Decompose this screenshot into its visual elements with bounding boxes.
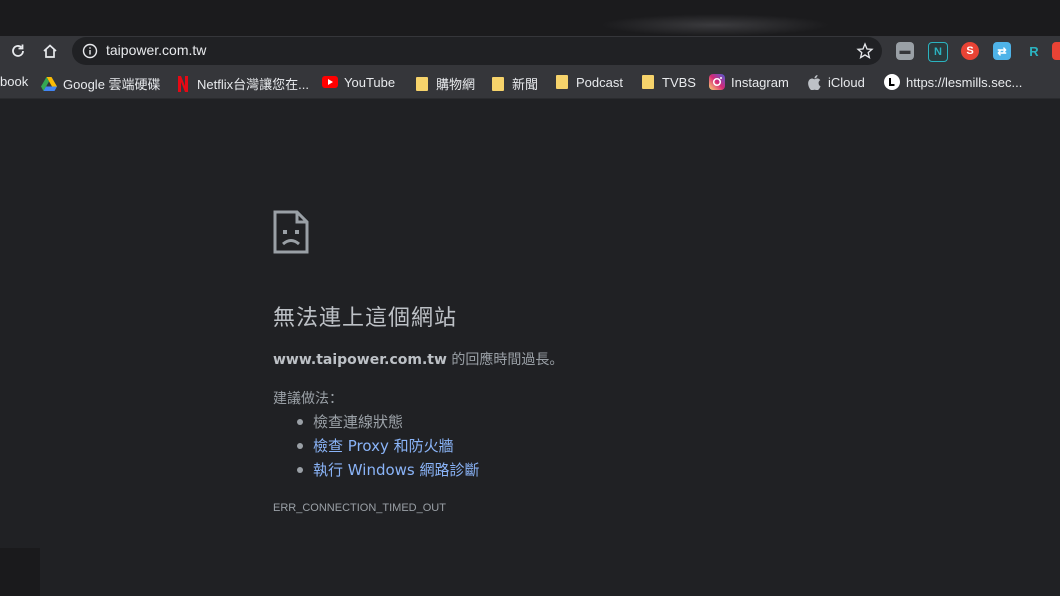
- bookmark-folder-news[interactable]: 新聞: [490, 74, 538, 93]
- sad-page-icon: [273, 210, 309, 254]
- bookmark-facebook[interactable]: book: [0, 74, 28, 89]
- home-button[interactable]: [38, 39, 62, 63]
- bookmark-label: Instagram: [731, 74, 789, 90]
- bookmark-star-icon[interactable]: [856, 42, 874, 60]
- folder-icon: [640, 74, 656, 90]
- bookmark-folder-tvbs[interactable]: TVBS: [640, 74, 696, 90]
- folder-icon: [490, 76, 506, 92]
- url-text[interactable]: taipower.com.tw: [106, 42, 206, 58]
- bookmark-folder-shopping[interactable]: 購物網: [414, 74, 475, 93]
- lesmills-icon: [884, 74, 900, 90]
- instagram-icon: [709, 74, 725, 90]
- notion-extension-icon[interactable]: N: [928, 42, 948, 62]
- translate-extension-icon[interactable]: ⇄: [993, 42, 1011, 60]
- tab-strip: [0, 0, 1060, 36]
- suggestion-check-connection: 檢查連線狀態: [293, 410, 480, 434]
- error-description: www.taipower.com.tw 的回應時間過長。: [273, 349, 563, 369]
- suggestion-check-proxy-link[interactable]: 檢查 Proxy 和防火牆: [293, 434, 480, 458]
- error-title: 無法連上這個網站: [273, 306, 458, 331]
- bookmark-label: Podcast: [576, 74, 623, 90]
- bookmark-label: 新聞: [512, 77, 539, 92]
- bookmark-label: Google 雲端硬碟: [63, 77, 161, 92]
- bookmark-label: 購物網: [436, 77, 476, 92]
- error-page: 無法連上這個網站 www.taipower.com.tw 的回應時間過長。 建議…: [0, 99, 1060, 596]
- youtube-icon: [322, 74, 338, 90]
- error-code: ERR_CONNECTION_TIMED_OUT: [273, 502, 446, 514]
- bookmark-lesmills[interactable]: https://lesmills.sec...: [884, 74, 1022, 90]
- folder-icon: [554, 74, 570, 90]
- r-extension-icon[interactable]: R: [1025, 42, 1043, 60]
- bookmark-label: Netflix台灣讓您在...: [197, 77, 309, 92]
- bookmark-icloud[interactable]: iCloud: [806, 74, 865, 90]
- bookmark-instagram[interactable]: Instagram: [709, 74, 789, 90]
- bookmark-label: TVBS: [662, 74, 696, 90]
- address-bar[interactable]: taipower.com.tw: [72, 37, 882, 65]
- netflix-icon: [175, 75, 191, 92]
- bookmark-folder-podcast[interactable]: Podcast: [554, 74, 623, 90]
- error-description-suffix: 的回應時間過長。: [446, 352, 564, 368]
- suggestion-run-diagnostics-link[interactable]: 執行 Windows 網路診斷: [293, 458, 480, 482]
- browser-toolbar: taipower.com.tw ▬ N S ⇄ R: [0, 36, 1060, 66]
- cut-extension-icon[interactable]: [1052, 42, 1060, 60]
- bookmark-label: iCloud: [828, 74, 865, 90]
- suggestions-label: 建議做法：: [273, 391, 343, 407]
- google-drive-icon: [41, 76, 57, 92]
- info-icon[interactable]: [82, 43, 98, 59]
- error-host: www.taipower.com.tw: [273, 352, 447, 368]
- line-extension-icon[interactable]: ▬: [896, 42, 914, 60]
- suggestions-list: 檢查連線狀態 檢查 Proxy 和防火牆 執行 Windows 網路診斷: [293, 410, 480, 482]
- bookmark-label: YouTube: [344, 74, 396, 90]
- reload-button[interactable]: [6, 39, 30, 63]
- bookmark-google-drive[interactable]: Google 雲端硬碟: [41, 74, 161, 93]
- window-corner: [0, 548, 40, 596]
- bookmarks-bar: book Google 雲端硬碟 Netflix台灣讓您在... YouTube…: [0, 66, 1060, 99]
- home-icon: [43, 44, 57, 58]
- folder-icon: [414, 76, 430, 92]
- reload-icon: [12, 44, 24, 57]
- bookmark-netflix[interactable]: Netflix台灣讓您在...: [175, 74, 309, 93]
- bookmark-label: https://lesmills.sec...: [906, 74, 1023, 90]
- bookmark-youtube[interactable]: YouTube: [322, 74, 395, 90]
- active-tab-glow: [600, 14, 830, 36]
- bookmark-label: book: [0, 74, 29, 89]
- s-extension-icon[interactable]: S: [961, 42, 979, 60]
- apple-icon: [806, 74, 822, 90]
